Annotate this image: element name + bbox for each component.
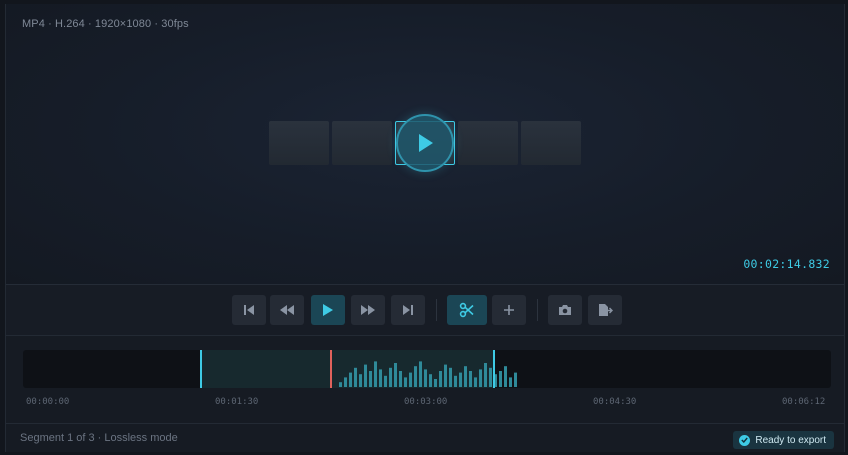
waveform-bar (409, 372, 412, 387)
waveform-bar (399, 371, 402, 387)
waveform-bar (444, 364, 447, 387)
camera-icon (559, 305, 571, 315)
segment-start-handle[interactable] (200, 350, 202, 388)
tick-label: 00:00:00 (26, 397, 70, 407)
ready-badge-label: Ready to export (755, 434, 826, 446)
segment-status-text: Segment 1 of 3 · Lossless mode (20, 432, 178, 444)
waveform-bar (364, 364, 367, 387)
tick-label: 00:04:30 (593, 397, 637, 407)
fast-forward-icon (361, 305, 375, 315)
current-timecode: 00:02:14.832 (743, 257, 830, 271)
export-button[interactable] (588, 295, 622, 325)
segment-end-handle[interactable] (493, 350, 495, 388)
waveform-bar (469, 371, 472, 387)
waveform-bar (389, 367, 392, 387)
plus-icon (504, 305, 514, 315)
waveform-bar (354, 367, 357, 387)
timeline-track[interactable] (23, 350, 831, 388)
skip-start-button[interactable] (232, 295, 266, 325)
tick-label: 00:06:12 (782, 397, 826, 407)
waveform-bar (419, 361, 422, 387)
waveform-bar (404, 377, 407, 387)
waveform-bar (514, 372, 517, 387)
rewind-button[interactable] (270, 295, 304, 325)
play-icon (323, 304, 333, 316)
fast-forward-button[interactable] (351, 295, 385, 325)
rewind-icon (280, 305, 294, 315)
waveform-bar (439, 371, 442, 387)
waveform-bar (479, 369, 482, 387)
status-bar: Segment 1 of 3 · Lossless mode Ready to … (6, 423, 844, 453)
waveform-bar (454, 375, 457, 387)
waveform-bar (489, 367, 492, 387)
video-preview[interactable]: MP4 · H.264 · 1920×1080 · 30fps 00:02:14… (6, 4, 844, 285)
waveform-bar (374, 361, 377, 387)
play-button[interactable] (311, 295, 345, 325)
skip-end-button[interactable] (391, 295, 425, 325)
skip-back-icon (244, 305, 254, 315)
waveform-bar (459, 372, 462, 387)
video-meta-label: MP4 · H.264 · 1920×1080 · 30fps (22, 18, 189, 30)
skip-forward-icon (403, 305, 413, 315)
export-file-icon (598, 304, 613, 316)
waveform-bar (394, 363, 397, 387)
toolbar-divider (436, 299, 437, 321)
waveform-bar (384, 375, 387, 387)
scissors-icon (459, 302, 474, 318)
tick-label: 00:01:30 (215, 397, 259, 407)
transport-controls (6, 285, 844, 336)
toolbar-divider (537, 299, 538, 321)
waveform-bar (359, 374, 362, 387)
waveform-bar (509, 377, 512, 387)
waveform-bar (449, 367, 452, 387)
thumbnail-frame[interactable] (269, 121, 329, 165)
waveform-bar (379, 369, 382, 387)
waveform-bar (424, 369, 427, 387)
check-icon (739, 434, 751, 446)
waveform-bar (504, 366, 507, 387)
waveform-bar (429, 374, 432, 387)
thumbnail-frame[interactable] (458, 121, 518, 165)
playhead[interactable] (330, 350, 332, 388)
snapshot-button[interactable] (548, 295, 582, 325)
waveform-bar (369, 371, 372, 387)
waveform-bar (474, 377, 477, 387)
waveform-bar (499, 371, 502, 387)
cut-button[interactable] (447, 295, 487, 325)
add-segment-button[interactable] (492, 295, 526, 325)
waveform-bar (414, 366, 417, 387)
waveform-bar (344, 377, 347, 387)
timeline-ruler: 00:00:00 00:01:30 00:03:00 00:04:30 00:0… (6, 397, 844, 411)
waveform-bar (484, 363, 487, 387)
thumbnail-frame[interactable] (332, 121, 392, 165)
audio-waveform (339, 361, 517, 387)
play-overlay-button[interactable] (396, 114, 454, 172)
play-icon (419, 134, 433, 152)
waveform-bar (464, 366, 467, 387)
editor-window: MP4 · H.264 · 1920×1080 · 30fps 00:02:14… (5, 4, 845, 452)
waveform-bar (339, 382, 342, 387)
waveform-bar (349, 372, 352, 387)
waveform-bar (434, 379, 437, 387)
thumbnail-frame[interactable] (521, 121, 581, 165)
tick-label: 00:03:00 (404, 397, 448, 407)
ready-status-badge: Ready to export (733, 431, 834, 449)
